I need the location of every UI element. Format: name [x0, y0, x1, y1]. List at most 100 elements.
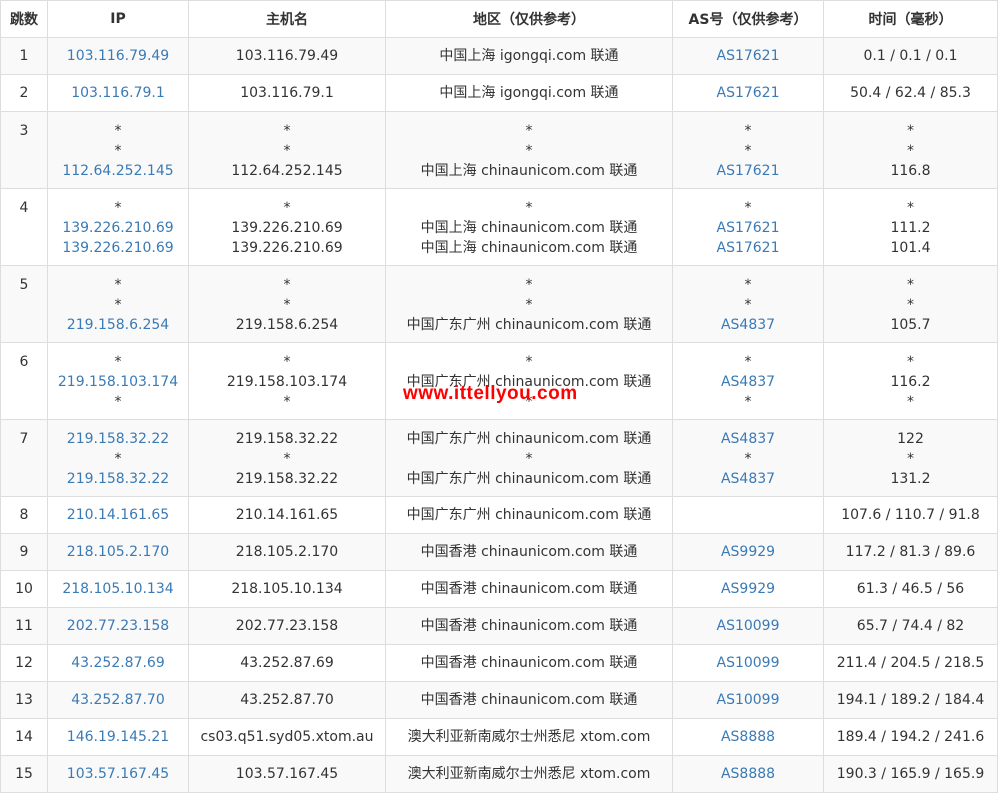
time-text: 122 [897, 431, 924, 447]
ip-link[interactable]: 43.252.87.70 [48, 690, 188, 710]
time-cell: * * 105.7 [823, 265, 998, 343]
ip-cell: * * 219.158.6.254 [47, 265, 189, 343]
ip-link[interactable]: 112.64.252.145 [48, 161, 188, 181]
hop-cell: 10 [0, 570, 48, 608]
as-link[interactable]: AS8888 [673, 764, 823, 784]
timeout-marker: * [744, 277, 752, 293]
timeout-marker: * [525, 451, 533, 467]
timeout-marker: * [283, 394, 291, 410]
as-cell: AS8888 [672, 755, 824, 793]
as-link[interactable]: AS4837 [673, 315, 823, 335]
hostname-text: 103.116.79.1 [240, 85, 334, 101]
as-cell: * * AS4837 [672, 265, 824, 343]
as-cell: AS9929 [672, 570, 824, 608]
timeout-marker: * [114, 123, 122, 139]
as-link[interactable]: AS8888 [673, 727, 823, 747]
as-link[interactable]: AS10099 [673, 690, 823, 710]
time-cell: 190.3 / 165.9 / 165.9 [823, 755, 998, 793]
ip-cell: 43.252.87.69 [47, 644, 189, 682]
hop-cell: 12 [0, 644, 48, 682]
as-link[interactable]: AS9929 [673, 542, 823, 562]
hostname-text: 218.105.10.134 [231, 581, 343, 597]
hostname-text: 218.105.2.170 [235, 544, 339, 560]
hop-cell: 14 [0, 718, 48, 756]
time-text: 61.3 / 46.5 / 56 [856, 581, 965, 597]
as-cell: AS17621 [672, 37, 824, 75]
ip-link[interactable]: 139.226.210.69 [48, 238, 188, 258]
ip-link[interactable]: 218.105.2.170 [48, 542, 188, 562]
time-cell: 50.4 / 62.4 / 85.3 [823, 74, 998, 112]
hostname-cell: 103.116.79.49 [188, 37, 386, 75]
hostname-text: 43.252.87.69 [240, 655, 334, 671]
header-hop: 跳数 [0, 0, 48, 38]
ip-cell: 219.158.32.22 * 219.158.32.22 [47, 419, 189, 497]
as-link[interactable]: AS17621 [673, 161, 823, 181]
as-link[interactable]: AS4837 [673, 469, 823, 489]
hostname-cell: 202.77.23.158 [188, 607, 386, 645]
as-link[interactable]: AS17621 [673, 218, 823, 238]
hostname-cell: 210.14.161.65 [188, 496, 386, 534]
as-link[interactable]: AS4837 [673, 372, 823, 392]
time-cell: 194.1 / 189.2 / 184.4 [823, 681, 998, 719]
hop-cell: 11 [0, 607, 48, 645]
as-cell: AS10099 [672, 644, 824, 682]
watermark-text: www.ittellyou.com [403, 383, 578, 404]
ip-link[interactable]: 219.158.6.254 [48, 315, 188, 335]
region-text: 中国香港 chinaunicom.com 联通 [420, 692, 638, 708]
time-cell: 122 * 131.2 [823, 419, 998, 497]
timeout-marker: * [283, 200, 291, 216]
ip-link[interactable]: 219.158.103.174 [48, 372, 188, 392]
as-link[interactable]: AS17621 [673, 83, 823, 103]
ip-link[interactable]: 103.116.79.1 [48, 83, 188, 103]
ip-link[interactable]: 219.158.32.22 [48, 469, 188, 489]
ip-link[interactable]: 103.116.79.49 [48, 46, 188, 66]
hop-cell: 7 [0, 419, 48, 497]
table-row: 10 218.105.10.134 218.105.10.134 中国香港 china… [0, 570, 998, 608]
time-cell: 107.6 / 110.7 / 91.8 [823, 496, 998, 534]
hostname-text: cs03.q51.syd05.xtom.au [200, 729, 374, 745]
region-text: 中国香港 chinaunicom.com 联通 [420, 581, 638, 597]
ip-link[interactable]: 103.57.167.45 [48, 764, 188, 784]
timeout-marker: * [525, 123, 533, 139]
region-cell: * 中国上海 chinaunicom.com 联通 中国上海 chinaunicom… [385, 188, 673, 266]
hop-number: 1 [19, 48, 29, 64]
ip-cell: 103.116.79.49 [47, 37, 189, 75]
ip-link[interactable]: 43.252.87.69 [48, 653, 188, 673]
ip-link[interactable]: 202.77.23.158 [48, 616, 188, 636]
as-link[interactable]: AS10099 [673, 653, 823, 673]
time-cell: * 111.2 101.4 [823, 188, 998, 266]
as-link[interactable]: AS10099 [673, 616, 823, 636]
ip-link[interactable]: 218.105.10.134 [48, 579, 188, 599]
table-row: 3 * * 112.64.252.145 * * 112.64.252.145 * * 中国上海 … [0, 111, 998, 189]
timeout-marker: * [744, 394, 752, 410]
ip-cell: 218.105.2.170 [47, 533, 189, 571]
timeout-marker: * [525, 297, 533, 313]
hop-number: 14 [15, 729, 33, 745]
as-link[interactable]: AS17621 [673, 46, 823, 66]
as-cell: AS8888 [672, 718, 824, 756]
timeout-marker: * [907, 200, 914, 216]
ip-link[interactable]: 146.19.145.21 [48, 727, 188, 747]
hostname-text: 103.57.167.45 [235, 766, 339, 782]
timeout-marker: * [525, 200, 533, 216]
region-text: 澳大利亚新南威尔士州悉尼 xtom.com [407, 766, 651, 782]
ip-link[interactable]: 139.226.210.69 [48, 218, 188, 238]
hop-cell: 13 [0, 681, 48, 719]
timeout-marker: * [744, 297, 752, 313]
as-link[interactable]: AS9929 [673, 579, 823, 599]
as-cell: AS4837 * AS4837 [672, 419, 824, 497]
ip-link[interactable]: 219.158.32.22 [48, 429, 188, 449]
as-link[interactable]: AS17621 [673, 238, 823, 258]
region-text: 中国广东广州 chinaunicom.com 联通 [406, 317, 652, 333]
hop-number: 8 [19, 507, 29, 523]
as-link[interactable]: AS4837 [673, 429, 823, 449]
hostname-text: 139.226.210.69 [231, 220, 343, 236]
ip-cell: 218.105.10.134 [47, 570, 189, 608]
table-row: 4 * 139.226.210.69 139.226.210.69 * 139.226.2… [0, 188, 998, 266]
timeout-marker: * [114, 200, 122, 216]
timeout-marker: * [114, 297, 122, 313]
ip-link[interactable]: 210.14.161.65 [48, 505, 188, 525]
hostname-cell: 219.158.32.22 * 219.158.32.22 [188, 419, 386, 497]
hop-number: 6 [19, 354, 29, 370]
time-text: 189.4 / 194.2 / 241.6 [836, 729, 985, 745]
